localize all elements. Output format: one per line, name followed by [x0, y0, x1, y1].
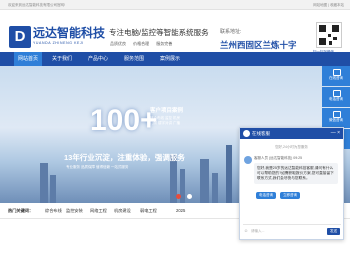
city-building — [200, 159, 209, 203]
chat-input-area: ☺ 请输入... 发送 — [243, 224, 341, 239]
nav-products[interactable]: 产品中心 — [84, 52, 112, 66]
top-bar: 欢迎来到远达智能科技有限公司官网! 网站地图 | 收藏本站 — [0, 0, 350, 10]
nav-cases[interactable]: 案例展示 — [156, 52, 184, 66]
nav-home[interactable]: 网站首页 — [14, 52, 42, 66]
main-nav: 网站首页 关于我们 产品中心 服务范围 案例展示 — [0, 52, 350, 66]
company-name[interactable]: 远达智能科技 — [33, 24, 105, 41]
keyword-link[interactable]: 综合布线 — [45, 203, 62, 219]
chat-message: 您好,我是25岁的远达智能科技客服,请问有什么可以帮助您的?如需获取报价方案,您… — [254, 163, 338, 184]
slogan-tags: 品质优良 价格合理 服务完善 — [110, 41, 178, 47]
keyword-link[interactable]: 监控安装 — [66, 203, 83, 219]
emoji-icon[interactable]: ☺ — [244, 228, 248, 233]
chat-note: 您好,24小时为您服务 — [275, 145, 308, 149]
qr-code-icon — [316, 22, 342, 48]
quick-consult-button[interactable]: 立即咨询 — [280, 192, 300, 199]
nav-about[interactable]: 关于我们 — [48, 52, 76, 66]
logo-icon[interactable]: D — [9, 26, 31, 48]
agent-name: 客服人员 (远达智能科技) 09:25 — [254, 156, 303, 160]
chat-avatar-icon — [243, 130, 250, 137]
keyword-link[interactable]: 弱电工程 — [140, 203, 157, 219]
carousel-dot-active[interactable] — [176, 194, 181, 199]
carousel-dot[interactable] — [187, 194, 192, 199]
contact-label: 联系地址: — [220, 29, 242, 35]
welcome-text: 欢迎来到远达智能科技有限公司官网! — [8, 3, 65, 7]
keyword-link[interactable]: 网络工程 — [90, 203, 107, 219]
keyword-link[interactable]: 机房建设 — [114, 203, 131, 219]
header-slogan: 专注电脑/监控等智能系统服务 — [109, 28, 209, 37]
quick-phone-button[interactable]: 电话咨询 — [256, 192, 276, 199]
city-building — [40, 163, 48, 203]
chat-window-controls[interactable]: — × — [331, 128, 340, 139]
tag-service: 服务完善 — [156, 41, 173, 46]
company-name-en: YUANDA ZHINENG KEJI — [33, 41, 84, 45]
banner-subtext: 专业服务 品质保障 值得信赖 一站式服务 — [66, 165, 129, 169]
tag-quality: 品质优良 — [110, 41, 126, 46]
banner-number: 100+ — [90, 104, 158, 137]
city-building — [212, 173, 218, 203]
top-links[interactable]: 网站地图 | 收藏本站 — [313, 0, 344, 10]
side-wechat[interactable]: 微信咨询 — [322, 108, 350, 128]
chat-input[interactable]: 请输入... — [251, 229, 264, 234]
keyword-link[interactable]: 2025 — [176, 203, 185, 219]
carousel-dots — [176, 186, 198, 204]
keyword-label: 热门关键词： — [8, 208, 34, 213]
chat-widget: 在线客服 — × 您好,24小时为您服务 客服人员 (远达智能科技) 09:25… — [239, 127, 344, 240]
nav-services[interactable]: 服务范围 — [120, 52, 148, 66]
city-building — [50, 175, 56, 203]
send-button[interactable]: 发送 — [327, 228, 340, 235]
tag-price: 价格合理 — [133, 41, 150, 46]
chat-header: 在线客服 — × — [240, 128, 343, 139]
banner-case-lines: 综合布线 监控 机房 门禁 楼宇对讲 广播 — [150, 116, 180, 126]
banner-case-line: 门禁 楼宇对讲 广播 — [150, 121, 180, 125]
agent-avatar-icon — [244, 156, 252, 164]
contact-address: 兰州西固区兰炼十字 — [220, 40, 297, 50]
chat-title: 在线客服 — [252, 131, 270, 136]
banner-cases-title: 客户项目案例 — [150, 108, 184, 114]
city-building — [226, 145, 232, 203]
banner-slogan: 13年行业沉淀，注重体验，强调服务 — [64, 153, 185, 162]
site-header: D 远达智能科技 YUANDA ZHINENG KEJI 专注电脑/监控等智能系… — [0, 10, 350, 54]
side-phone[interactable]: 电话咨询 — [322, 87, 350, 107]
side-online-chat[interactable]: 在线咨询 — [322, 66, 350, 86]
